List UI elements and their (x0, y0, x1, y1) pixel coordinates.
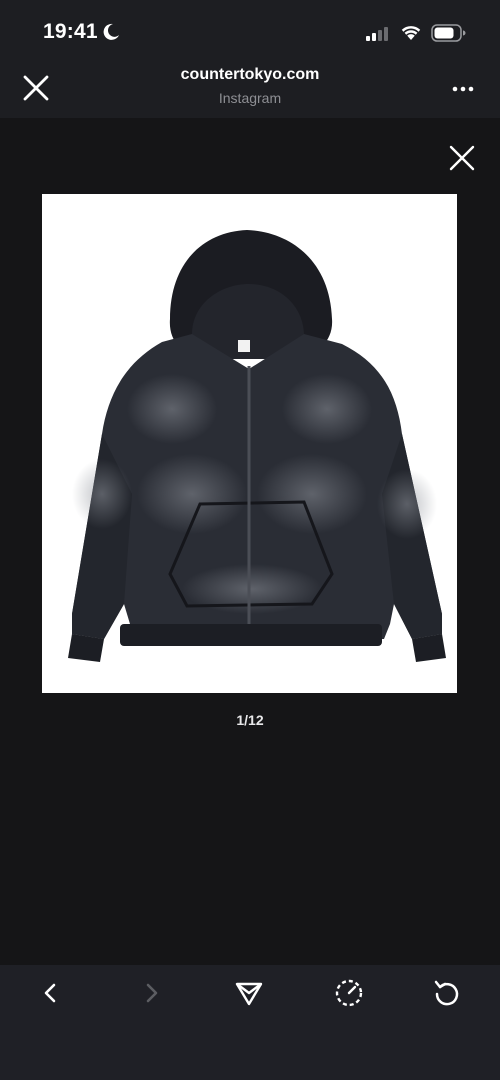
wifi-icon (401, 26, 421, 40)
product-photo[interactable] (42, 194, 457, 693)
share-icon[interactable] (234, 978, 264, 1008)
more-options-icon[interactable] (450, 82, 476, 96)
status-time: 19:41 (43, 20, 98, 43)
browser-header: countertokyo.com Instagram (0, 62, 500, 118)
reload-icon[interactable] (432, 978, 462, 1008)
site-subtitle: Instagram (218, 90, 282, 106)
close-icon[interactable] (448, 144, 476, 172)
forward-icon[interactable] (136, 978, 166, 1008)
bottom-toolbar (0, 965, 500, 1080)
speed-icon[interactable] (334, 978, 364, 1008)
hoodie-image (42, 194, 457, 693)
site-title: countertokyo.com (180, 66, 320, 83)
back-icon[interactable] (36, 978, 66, 1008)
image-counter: 1/12 (236, 712, 264, 728)
battery-icon (431, 24, 466, 42)
status-bar: 19:41 (0, 0, 500, 62)
moon-icon (103, 23, 119, 40)
image-viewer: 1/12 (0, 118, 500, 965)
cellular-signal-icon (366, 27, 388, 41)
